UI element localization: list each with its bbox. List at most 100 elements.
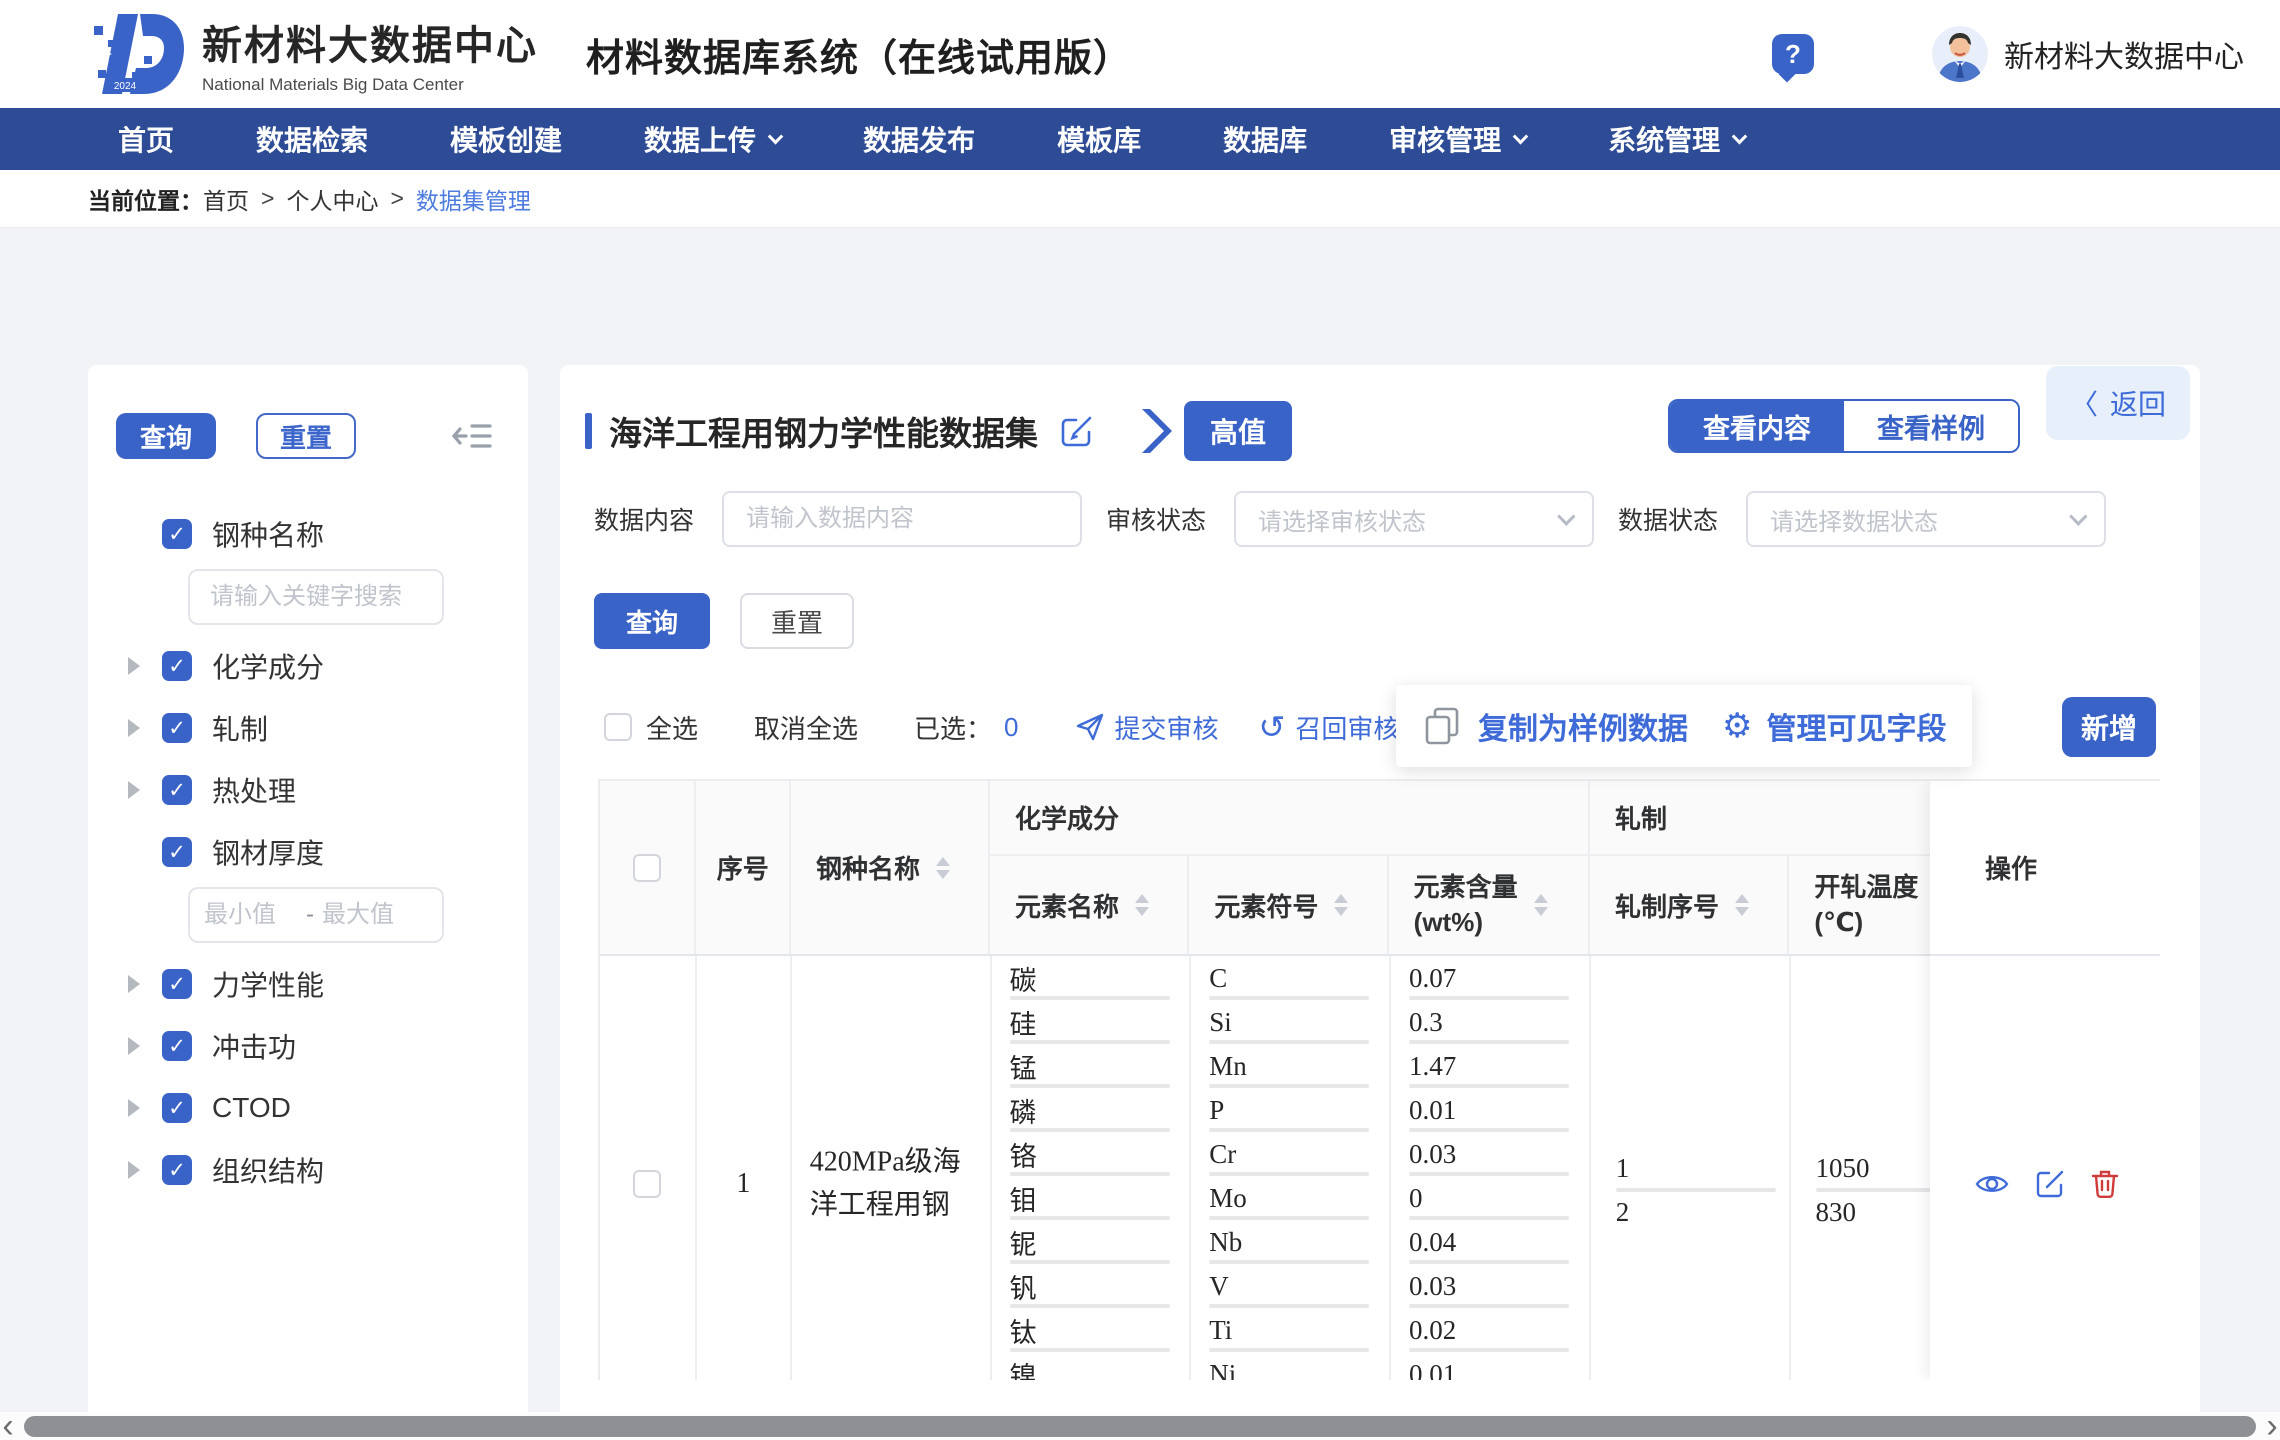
back-button[interactable]: 〈 返回: [2046, 366, 2190, 440]
scrollbar-thumb[interactable]: [24, 1416, 2256, 1437]
row-checkbox[interactable]: [633, 1170, 661, 1198]
reset-button[interactable]: 重置: [740, 593, 854, 649]
header-checkbox[interactable]: [633, 854, 661, 882]
filter-item-row[interactable]: ✓ 钢材厚度: [116, 821, 504, 883]
filter-tree-item: ✓ 轧制: [116, 697, 504, 759]
expand-arrow-icon[interactable]: [128, 719, 140, 737]
filter-item-row[interactable]: ✓ 热处理: [116, 759, 504, 821]
expand-arrow-icon[interactable]: [128, 657, 140, 675]
scroll-left-icon[interactable]: ‹: [0, 1415, 16, 1437]
query-button[interactable]: 查询: [594, 593, 710, 649]
element-name: 镍: [992, 1352, 1190, 1380]
nav-item[interactable]: 数据库: [1223, 119, 1307, 159]
review-status-select[interactable]: 请选择审核状态: [1234, 491, 1594, 547]
element-name-cell: 碳硅锰磷铬钼铌钒钛镍: [992, 956, 1192, 1380]
element-content: 0.3: [1391, 1000, 1589, 1044]
element-symbol: Mn: [1191, 1044, 1389, 1088]
breadcrumb-item[interactable]: > 数据集管理: [378, 182, 530, 216]
filter-item-row[interactable]: ✓ 化学成分: [116, 635, 504, 697]
deselect-all-button[interactable]: 取消全选: [754, 709, 858, 746]
manage-fields-button[interactable]: 管理可见字段: [1766, 704, 1946, 748]
filter-checkbox[interactable]: ✓: [162, 1093, 192, 1123]
sidebar-query-button[interactable]: 查询: [116, 413, 216, 459]
filter-checkbox[interactable]: ✓: [162, 1031, 192, 1061]
select-all-checkbox[interactable]: [604, 713, 632, 741]
breadcrumb-item[interactable]: > 个人中心: [249, 182, 378, 216]
filter-tree-item: ✓ 冲击功: [116, 1015, 504, 1077]
thickness-max-input[interactable]: [322, 901, 416, 929]
filter-item-row[interactable]: ✓ 冲击功: [116, 1015, 504, 1077]
data-content-input[interactable]: [724, 493, 1080, 545]
filter-checkbox[interactable]: ✓: [162, 969, 192, 999]
element-content: 0.03: [1391, 1264, 1589, 1308]
nav-item[interactable]: 模板创建: [450, 119, 562, 159]
svg-text:2024: 2024: [114, 81, 137, 92]
breadcrumb-item[interactable]: > 首页: [203, 182, 249, 216]
nav-item[interactable]: 系统管理: [1608, 119, 1745, 159]
check-icon: ✓: [168, 842, 186, 863]
filter-checkbox[interactable]: ✓: [162, 837, 192, 867]
expand-arrow-icon[interactable]: [128, 1037, 140, 1055]
delete-row-button[interactable]: [2091, 1169, 2119, 1199]
breadcrumb: 当前位置： > 首页 > 个人中心 > 数据集管理: [0, 170, 2280, 228]
filter-checkbox[interactable]: ✓: [162, 775, 192, 805]
thickness-min-input[interactable]: [204, 901, 298, 929]
collapse-sidebar-icon[interactable]: [452, 420, 492, 452]
help-button[interactable]: ?: [1772, 34, 1814, 74]
col-element-symbol: 元素符号: [1189, 856, 1388, 954]
nav-item[interactable]: 数据检索: [256, 119, 368, 159]
nav-item[interactable]: 审核管理: [1389, 119, 1526, 159]
filter-checkbox[interactable]: ✓: [162, 1155, 192, 1185]
view-row-button[interactable]: [1975, 1172, 2009, 1196]
group-chemical: 化学成分 元素名称 元素符号 元素含量: [990, 781, 1590, 954]
table-toolbar: 全选 取消全选 已选： 0 提交审核 ↺ 召回审核 迁出: [604, 697, 2156, 757]
table-body: 1 420MPa级海洋工程用钢 碳硅锰磷铬钼铌钒钛镍 CSiMnPCrMoNbV…: [600, 956, 2160, 1380]
sort-icon[interactable]: [1534, 894, 1548, 916]
keyword-search-input[interactable]: [188, 569, 444, 625]
nav-item-label: 首页: [118, 119, 174, 159]
sort-icon[interactable]: [1135, 894, 1149, 916]
expand-arrow-icon[interactable]: [128, 1161, 140, 1179]
filter-item-label: 组织结构: [212, 1150, 324, 1190]
system-title: 材料数据库系统（在线试用版）: [586, 27, 1132, 82]
add-button[interactable]: 新增: [2062, 697, 2156, 757]
expand-arrow-icon[interactable]: [128, 1099, 140, 1117]
element-content: 0: [1391, 1176, 1589, 1220]
filter-checkbox[interactable]: ✓: [162, 519, 192, 549]
scroll-right-icon[interactable]: ›: [2264, 1415, 2280, 1437]
data-status-select[interactable]: 请选择数据状态: [1746, 491, 2106, 547]
submit-review-button[interactable]: 提交审核: [1075, 709, 1219, 746]
nav-item[interactable]: 数据发布: [863, 119, 975, 159]
user-avatar[interactable]: [1932, 26, 1988, 82]
filter-item-row[interactable]: ✓ 组织结构: [116, 1139, 504, 1201]
copy-sample-button[interactable]: 复制为样例数据: [1478, 704, 1688, 748]
expand-arrow-icon[interactable]: [128, 975, 140, 993]
view-content-button[interactable]: 查看内容: [1670, 401, 1844, 451]
filter-item-row[interactable]: ✓ 轧制: [116, 697, 504, 759]
filter-checkbox[interactable]: ✓: [162, 713, 192, 743]
table-header: 序号 钢种名称 化学成分 元素名称 元素符号: [600, 781, 2160, 956]
nav-item-label: 模板创建: [450, 119, 562, 159]
thickness-range-input[interactable]: -: [188, 887, 444, 943]
nav-item[interactable]: 数据上传: [644, 119, 781, 159]
edit-title-icon[interactable]: [1060, 414, 1094, 448]
element-content: 1.47: [1391, 1044, 1589, 1088]
expand-arrow-icon[interactable]: [128, 781, 140, 799]
filter-item-row[interactable]: ✓ 力学性能: [116, 953, 504, 1015]
check-icon: ✓: [168, 1160, 186, 1181]
sort-icon[interactable]: [936, 857, 950, 879]
sort-icon[interactable]: [1334, 894, 1348, 916]
sort-icon[interactable]: [1735, 894, 1749, 916]
select-caret-icon: [2069, 507, 2087, 525]
logo: 2024: [88, 6, 184, 102]
filter-checkbox[interactable]: ✓: [162, 651, 192, 681]
recall-review-button[interactable]: ↺ 召回审核: [1259, 709, 1400, 746]
sidebar-reset-button[interactable]: 重置: [256, 413, 356, 459]
nav-item[interactable]: 首页: [118, 119, 174, 159]
element-symbol: Mo: [1191, 1176, 1389, 1220]
filter-item-row[interactable]: ✓ 钢种名称: [116, 503, 504, 565]
view-sample-button[interactable]: 查看样例: [1844, 401, 2018, 451]
nav-item[interactable]: 模板库: [1057, 119, 1141, 159]
edit-row-button[interactable]: [2035, 1169, 2065, 1199]
filter-item-row[interactable]: ✓ CTOD: [116, 1077, 504, 1139]
